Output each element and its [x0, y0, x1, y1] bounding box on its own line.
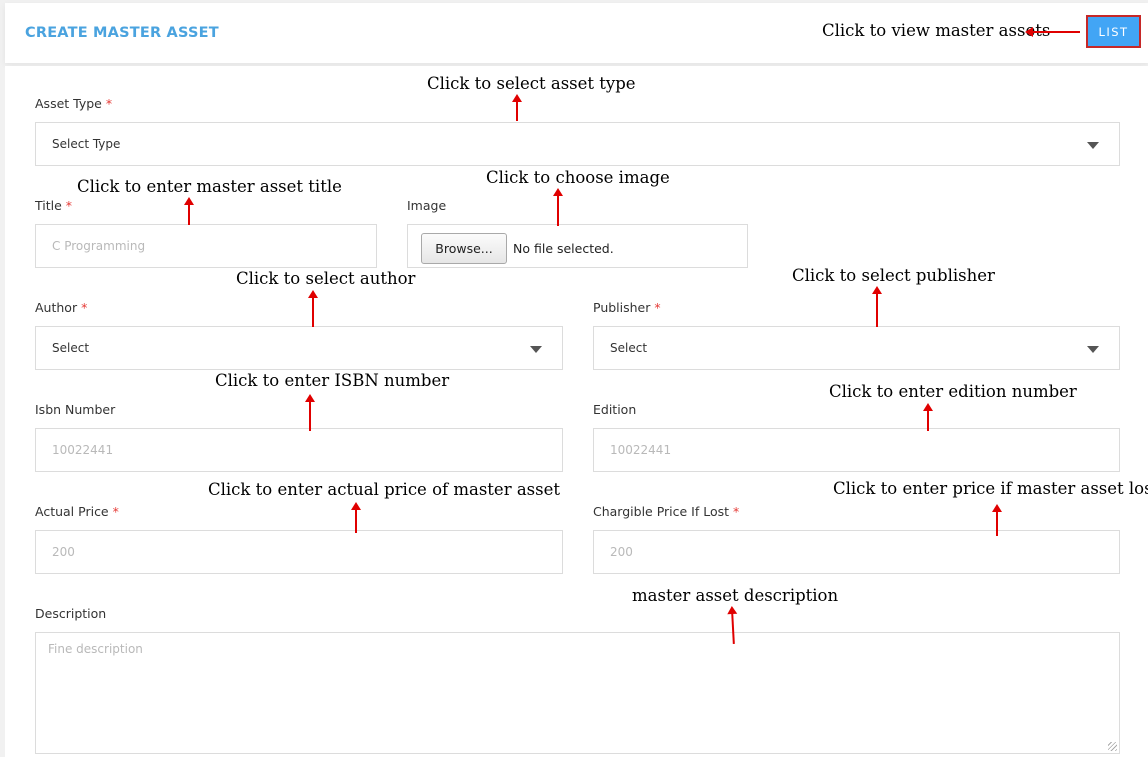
browse-button[interactable]: Browse...: [421, 233, 507, 264]
annotation-arrow-author: [308, 290, 318, 327]
annotation-author: Click to select author: [236, 269, 416, 288]
annotation-arrow-image: [553, 188, 563, 226]
annotation-image: Click to choose image: [486, 168, 670, 187]
edition-input[interactable]: 10022441: [593, 428, 1120, 472]
asset-type-select[interactable]: Select Type: [35, 122, 1120, 166]
actual-price-input[interactable]: 200: [35, 530, 563, 574]
annotation-arrow-actual-price: [351, 502, 361, 533]
chargible-price-input[interactable]: 200: [593, 530, 1120, 574]
annotation-description: master asset description: [632, 586, 839, 605]
annotation-title: Click to enter master asset title: [77, 177, 342, 196]
annotation-arrow-title: [184, 197, 194, 225]
annotation-list: Click to view master assets: [822, 21, 1051, 40]
title-label: Title *: [35, 198, 73, 213]
publisher-select[interactable]: Select: [593, 326, 1120, 370]
actual-price-label: Actual Price *: [35, 504, 119, 519]
asset-type-label: Asset Type *: [35, 96, 113, 111]
chevron-down-icon: [1087, 346, 1099, 353]
description-textarea[interactable]: Fine description: [35, 632, 1120, 754]
create-master-asset-page: CREATE MASTER ASSET LIST Asset Type * Se…: [0, 0, 1148, 757]
description-label: Description: [35, 606, 107, 621]
edition-placeholder: 10022441: [610, 443, 672, 457]
resize-handle-icon[interactable]: [1108, 742, 1117, 751]
page-title: CREATE MASTER ASSET: [25, 25, 219, 41]
isbn-label: Isbn Number: [35, 402, 116, 417]
description-placeholder: Fine description: [48, 642, 143, 656]
author-select[interactable]: Select: [35, 326, 563, 370]
edition-label: Edition: [593, 402, 637, 417]
title-placeholder: C Programming: [52, 239, 146, 253]
annotation-arrow-list: [1025, 27, 1080, 37]
annotation-chargible-price: Click to enter price if master asset los…: [833, 479, 1148, 498]
annotation-arrow-isbn: [305, 394, 315, 431]
annotation-asset-type: Click to select asset type: [427, 74, 636, 93]
annotation-isbn: Click to enter ISBN number: [215, 371, 450, 390]
asset-type-value: Select Type: [52, 137, 121, 151]
chevron-down-icon: [1087, 142, 1099, 149]
annotation-arrow-publisher: [872, 286, 882, 327]
image-file-input[interactable]: Browse... No file selected.: [407, 224, 748, 268]
isbn-input[interactable]: 10022441: [35, 428, 563, 472]
image-label: Image: [407, 198, 447, 213]
annotation-arrow-edition: [923, 403, 933, 431]
chargible-price-label: Chargible Price If Lost *: [593, 504, 740, 519]
annotation-arrow-chargible-price: [992, 504, 1002, 536]
annotation-publisher: Click to select publisher: [792, 266, 995, 285]
publisher-value: Select: [610, 341, 648, 355]
annotation-arrow-asset-type: [512, 94, 522, 121]
isbn-placeholder: 10022441: [52, 443, 114, 457]
chevron-down-icon: [530, 346, 542, 353]
author-value: Select: [52, 341, 90, 355]
title-input[interactable]: C Programming: [35, 224, 377, 268]
file-status: No file selected.: [513, 241, 614, 256]
annotation-actual-price: Click to enter actual price of master as…: [208, 480, 560, 499]
chargible-price-placeholder: 200: [610, 545, 633, 559]
author-label: Author *: [35, 300, 88, 315]
actual-price-placeholder: 200: [52, 545, 75, 559]
annotation-edition: Click to enter edition number: [829, 382, 1077, 401]
list-button[interactable]: LIST: [1086, 15, 1141, 48]
publisher-label: Publisher *: [593, 300, 661, 315]
